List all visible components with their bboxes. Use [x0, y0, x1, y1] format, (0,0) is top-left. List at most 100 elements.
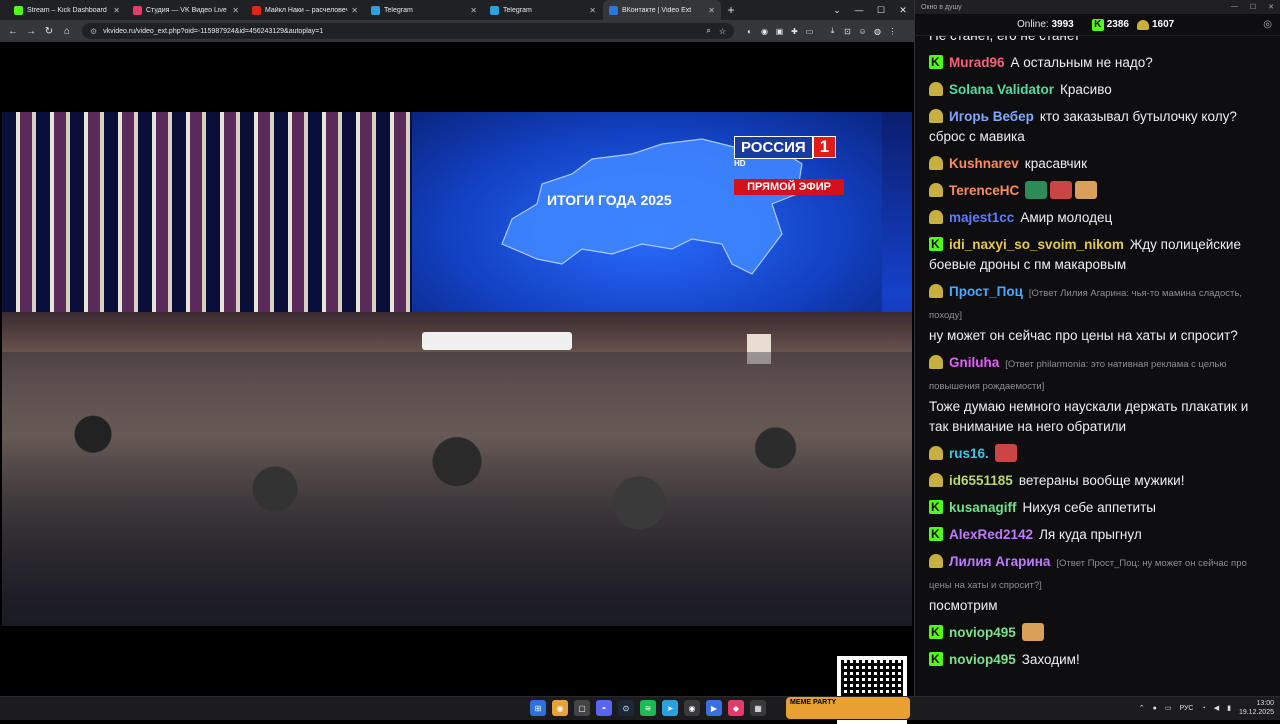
chat-username[interactable]: TerenceHC	[949, 183, 1019, 198]
chat-window: Окно в душу — ☐ ✕ Online: 3993 K 2386 160…	[914, 0, 1280, 696]
reload-button[interactable]: ↻	[40, 26, 58, 37]
chat-text: Амир молодец	[1020, 210, 1113, 225]
chat-message: noviop495 Заходим!	[929, 649, 1267, 670]
explorer-icon[interactable]: ▢	[574, 700, 590, 716]
app-icon[interactable]: ▦	[750, 700, 766, 716]
steam-icon[interactable]: ⊙	[618, 700, 634, 716]
chevron-up-icon[interactable]: ⌃	[1139, 704, 1145, 712]
tab-label: ВКонтакте | Video Ext	[622, 6, 692, 14]
panel-icon[interactable]: ▭	[802, 27, 817, 36]
browser-tab[interactable]: Студия — VK Видео Live ✕	[127, 0, 245, 20]
tab-label: Telegram	[503, 6, 532, 14]
back-button[interactable]: ←	[4, 26, 22, 37]
chat-username[interactable]: noviop495	[949, 652, 1016, 667]
chat-username[interactable]: kusanagiff	[949, 500, 1017, 515]
chat-username[interactable]: Solana Validator	[949, 82, 1054, 97]
chat-username[interactable]: Kushnarev	[949, 156, 1019, 171]
emote-icon	[1050, 181, 1073, 199]
video-player[interactable]: ИТОГИ ГОДА 2025 РОССИЯ 1 HD ПРЯМОЙ ЭФИР	[2, 112, 912, 626]
mic-icon[interactable]: ●	[1153, 705, 1157, 712]
browser-tab[interactable]: Telegram ✕	[365, 0, 483, 20]
home-button[interactable]: ⌂	[58, 26, 76, 37]
emote-icon	[994, 444, 1017, 462]
forward-button[interactable]: →	[22, 26, 40, 37]
maximize-button[interactable]: ☐	[870, 0, 892, 20]
browser-tab[interactable]: Майкл Наки – расчеловечива…✕	[246, 0, 364, 20]
vk-video-icon	[133, 5, 142, 15]
app-icon[interactable]: ◆	[728, 700, 744, 716]
extension-icon[interactable]: ◐	[742, 27, 757, 36]
language-indicator[interactable]: РУС	[1179, 705, 1193, 712]
kick-icon	[929, 52, 943, 72]
chat-username[interactable]: AlexRed2142	[949, 527, 1033, 542]
media-icon[interactable]: ▶	[706, 700, 722, 716]
browser-tab[interactable]: Stream – Kick Dashboard ✕	[8, 0, 126, 20]
zoom-icon[interactable]: ⌕	[706, 26, 710, 36]
chat-username[interactable]: Игорь Вебер	[949, 109, 1034, 124]
extension-icon[interactable]: ▣	[772, 27, 787, 36]
chat-username[interactable]: Murad96	[949, 55, 1005, 70]
chat-username[interactable]: rus16.	[949, 446, 989, 461]
minimize-button[interactable]: —	[1231, 3, 1238, 11]
minimize-button[interactable]: —	[848, 0, 870, 20]
share-icon[interactable]: ⊡	[840, 27, 855, 36]
tab-close-icon[interactable]: ✕	[589, 6, 596, 15]
extension-icon[interactable]: ◉	[757, 27, 772, 36]
tab-search-icon[interactable]: ⌄	[826, 0, 848, 20]
profile-icon[interactable]: ◍	[870, 27, 885, 36]
start-icon[interactable]: ⊞	[530, 700, 546, 716]
chat-username[interactable]: idi_naxyi_so_svoim_nikom	[949, 237, 1124, 252]
volume-icon[interactable]: ◀	[1214, 704, 1219, 712]
tab-close-icon[interactable]: ✕	[470, 6, 477, 15]
chat-stats-bar: Online: 3993 K 2386 1607 ◎	[915, 14, 1280, 36]
settings-icon[interactable]: ◎	[1263, 19, 1272, 30]
discord-icon[interactable]: ◓	[596, 700, 612, 716]
download-icon[interactable]: ⤓	[825, 26, 840, 36]
chat-username[interactable]: Лилия Агарина	[949, 554, 1050, 569]
battery-icon[interactable]: ▮	[1227, 704, 1231, 712]
clock[interactable]: 13:00 19.12.2025	[1239, 699, 1274, 717]
chat-message: Лилия Агарина [Ответ Прост_Поц: ну может …	[929, 552, 1267, 616]
kick-icon	[14, 5, 23, 15]
page-viewport: ИТОГИ ГОДА 2025 РОССИЯ 1 HD ПРЯМОЙ ЭФИР	[0, 42, 914, 724]
chrome-icon[interactable]: ◉	[552, 700, 568, 716]
new-tab-button[interactable]: +	[722, 0, 740, 20]
close-button[interactable]: ✕	[892, 0, 914, 20]
extensions-puzzle-icon[interactable]: ✚	[787, 27, 802, 36]
close-button[interactable]: ✕	[1268, 3, 1274, 11]
chat-username[interactable]: noviop495	[949, 625, 1016, 640]
network-icon[interactable]: ▭	[1165, 704, 1172, 712]
address-bar[interactable]: ⚙ vkvideo.ru/video_ext.php?oid=-11598792…	[82, 23, 734, 39]
tab-close-icon[interactable]: ✕	[113, 6, 120, 15]
site-info-icon[interactable]: ⚙	[90, 27, 97, 36]
tab-close-icon[interactable]: ✕	[351, 6, 358, 15]
chat-username[interactable]: majest1cc	[949, 210, 1014, 225]
meme-party-widget[interactable]: MEME PARTY	[786, 697, 910, 719]
obs-icon[interactable]: ◉	[684, 700, 700, 716]
bookmark-star-icon[interactable]: ☆	[719, 27, 726, 36]
hd-badge: HD	[734, 159, 746, 168]
menu-icon[interactable]: ⋮	[885, 27, 900, 36]
host-desk	[422, 332, 572, 350]
chat-message-list[interactable]: Не станет, его не станет Murad96 А осталь…	[915, 36, 1280, 696]
browser-tab[interactable]: Telegram ✕	[484, 0, 602, 20]
chat-text: А остальным не надо?	[1010, 55, 1153, 70]
tab-close-icon[interactable]: ✕	[232, 6, 239, 15]
screen-title: ИТОГИ ГОДА 2025	[547, 192, 672, 208]
profile-icon[interactable]: ☺	[855, 27, 870, 36]
meme-party-label: MEME PARTY	[790, 699, 837, 706]
tab-label: Stream – Kick Dashboard	[27, 6, 107, 14]
emote-icon	[1021, 623, 1044, 641]
tab-close-icon[interactable]: ✕	[708, 6, 715, 15]
wifi-icon[interactable]: ◔	[1201, 705, 1205, 712]
spotify-icon[interactable]: ≋	[640, 700, 656, 716]
chat-username[interactable]: Прост_Поц	[949, 284, 1023, 299]
chat-username[interactable]: id6551185	[949, 473, 1013, 488]
system-tray: ⌃ ● ▭ РУС ◔ ◀ ▮ 13:00 19.12.2025	[1139, 699, 1274, 717]
browser-tab[interactable]: ВКонтакте | Video Ext ✕	[603, 0, 721, 20]
maximize-button[interactable]: ☐	[1250, 3, 1256, 11]
viewer-badge-icon	[929, 210, 943, 224]
emote-icon	[1025, 181, 1048, 199]
chat-username[interactable]: Gniluha	[949, 355, 999, 370]
telegram-icon[interactable]: ➤	[662, 700, 678, 716]
